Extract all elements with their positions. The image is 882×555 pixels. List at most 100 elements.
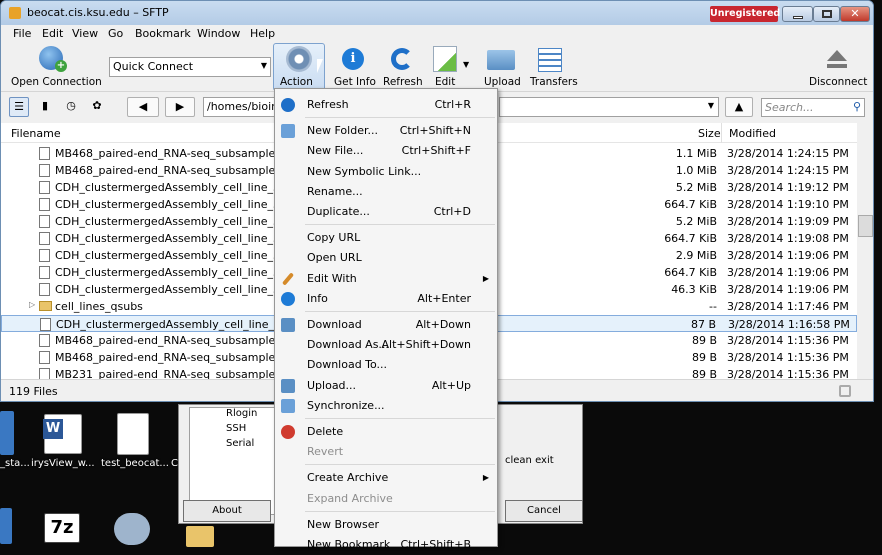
browser-view-button[interactable]: ☰	[9, 97, 29, 117]
info-icon: i	[342, 48, 364, 70]
menu-item-edit-with[interactable]: Edit With ▶	[275, 269, 497, 289]
open-connection-button[interactable]: + Open Connection	[9, 44, 102, 90]
about-button[interactable]: About	[183, 500, 271, 522]
menu-file[interactable]: File	[13, 27, 31, 40]
menu-item-label: Upload...	[307, 378, 357, 392]
tree-item-serial[interactable]: Serial	[226, 438, 254, 449]
7zip-icon[interactable]: 7z	[44, 513, 80, 543]
path-dropdown[interactable]: ▼	[499, 97, 719, 117]
expand-arrow-icon[interactable]: ▷	[29, 300, 35, 309]
edit-button[interactable]: ▼ Edit	[429, 44, 475, 90]
menu-item-create-archive[interactable]: Create Archive ▶	[275, 468, 497, 488]
close-button[interactable]: ✕	[840, 6, 870, 22]
file-size: 1.0 MiB	[675, 164, 717, 177]
menu-window[interactable]: Window	[197, 27, 240, 40]
menu-item-download-as[interactable]: Download As... Alt+Shift+Down	[275, 335, 497, 355]
menu-item-new-browser[interactable]: New Browser	[275, 515, 497, 535]
file-name: MB231_paired-end_RNA-seq_subsampled_2.fa	[55, 368, 309, 379]
search-icon: ⚲	[852, 100, 861, 113]
quick-connect-label: Quick Connect	[113, 60, 194, 73]
tree-item-ssh[interactable]: SSH	[226, 423, 246, 434]
file-icon	[39, 351, 50, 364]
get-info-button[interactable]: i Get Info	[332, 44, 376, 90]
column-divider	[721, 123, 722, 143]
menu-bookmark[interactable]: Bookmark	[135, 27, 191, 40]
menu-item-info[interactable]: Info Alt+Enter	[275, 289, 497, 309]
file-icon	[39, 181, 50, 194]
title-bar: beocat.cis.ksu.edu – SFTP Unregistered ✕	[1, 1, 873, 25]
file-modified: 3/28/2014 1:15:36 PM	[727, 368, 849, 379]
menu-item-rename[interactable]: Rename...	[275, 182, 497, 202]
file-name: MB468_paired-end_RNA-seq_subsampled_1_b	[55, 147, 308, 160]
menu-help[interactable]: Help	[250, 27, 275, 40]
menu-separator	[305, 224, 495, 226]
menu-item-delete[interactable]: Delete	[275, 422, 497, 442]
scroll-thumb[interactable]	[858, 215, 873, 237]
tree-item-rlogin[interactable]: Rlogin	[226, 408, 257, 419]
file-name: CDH_clustermergedAssembly_cell_line_33_g…	[55, 249, 304, 262]
menu-item-upload[interactable]: Upload... Alt+Up	[275, 376, 497, 396]
forward-button[interactable]: ▶	[165, 97, 195, 117]
filename-column-header[interactable]: Filename	[11, 127, 61, 140]
menu-item-duplicate[interactable]: Duplicate... Ctrl+D	[275, 202, 497, 222]
file-size: 664.7 KiB	[664, 232, 717, 245]
size-column-header[interactable]: Size	[698, 127, 721, 140]
file-modified: 3/28/2014 1:15:36 PM	[727, 334, 849, 347]
menu-item-download-to[interactable]: Download To...	[275, 355, 497, 375]
text-file-icon[interactable]	[117, 413, 149, 455]
desktop-icon-blue-2[interactable]	[0, 508, 12, 544]
menu-item-label: Info	[307, 291, 328, 305]
file-name: MB468_paired-end_RNA-seq_subsampled_1_b	[55, 164, 308, 177]
parent-directory-button[interactable]: ▲	[725, 97, 753, 117]
back-button[interactable]: ◀	[127, 97, 159, 117]
path-field[interactable]: /homes/bioin	[203, 97, 277, 117]
file-modified: 3/28/2014 1:19:09 PM	[727, 215, 849, 228]
disconnect-button[interactable]: Disconnect	[807, 44, 867, 90]
menu-item-label: Revert	[307, 445, 344, 459]
menu-go[interactable]: Go	[108, 27, 123, 40]
menu-item-label: New Bookmark	[307, 538, 391, 551]
bonjour-button[interactable]: ✿	[87, 97, 107, 117]
modified-column-header[interactable]: Modified	[729, 127, 776, 140]
minimize-button[interactable]	[782, 6, 813, 22]
menu-item-new-folder[interactable]: New Folder... Ctrl+Shift+N	[275, 121, 497, 141]
menu-item-open-url[interactable]: Open URL	[275, 248, 497, 268]
file-modified: 3/28/2014 1:19:12 PM	[727, 181, 849, 194]
bookmarks-button[interactable]: ▮	[35, 97, 55, 117]
search-input[interactable]: Search... ⚲	[761, 98, 865, 117]
word-doc-icon[interactable]: W	[43, 414, 82, 454]
gear-app-icon[interactable]	[114, 513, 150, 545]
menu-item-label: Open URL	[307, 251, 362, 265]
menu-separator	[305, 510, 495, 512]
upload-button[interactable]: Upload	[482, 44, 522, 90]
file-icon	[39, 215, 50, 228]
file-modified: 3/28/2014 1:24:15 PM	[727, 164, 849, 177]
unregistered-badge[interactable]: Unregistered	[710, 6, 780, 22]
menu-item-refresh[interactable]: Refresh Ctrl+R	[275, 95, 497, 115]
refresh-button[interactable]: Refresh	[381, 44, 423, 90]
folder-app-icon[interactable]	[186, 526, 214, 547]
file-size: 2.9 MiB	[675, 249, 717, 262]
desktop-icon-blue[interactable]	[0, 411, 14, 455]
menu-item-synchronize[interactable]: Synchronize...	[275, 396, 497, 416]
menu-item-copy-url[interactable]: Copy URL	[275, 228, 497, 248]
menu-view[interactable]: View	[72, 27, 98, 40]
menu-item-label: Refresh	[307, 98, 349, 111]
file-name: CDH_clustermergedAssembly_cell_line_33_g…	[55, 181, 304, 194]
menu-edit[interactable]: Edit	[42, 27, 63, 40]
menu-item-new-file[interactable]: New File... Ctrl+Shift+F	[275, 141, 497, 161]
menu-item-new-symbolic-link[interactable]: New Symbolic Link...	[275, 162, 497, 182]
menu-item-new-bookmark[interactable]: New Bookmark Ctrl+Shift+B	[275, 535, 497, 555]
file-size: 1.1 MiB	[675, 147, 717, 160]
menu-item-download[interactable]: Download Alt+Down	[275, 315, 497, 335]
transfers-button[interactable]: Transfers	[528, 44, 578, 90]
maximize-button[interactable]	[813, 6, 840, 22]
vertical-scrollbar[interactable]	[857, 123, 873, 379]
menu-separator	[305, 117, 495, 119]
file-modified: 3/28/2014 1:17:46 PM	[727, 300, 849, 313]
file-name: MB468_paired-end_RNA-seq_subsampled_1.fa	[55, 351, 309, 364]
cancel-button[interactable]: Cancel	[505, 500, 583, 522]
quick-connect-select[interactable]: Quick Connect ▼	[109, 57, 271, 77]
chevron-down-icon: ▼	[707, 101, 714, 110]
history-button[interactable]: ◷	[61, 97, 81, 117]
